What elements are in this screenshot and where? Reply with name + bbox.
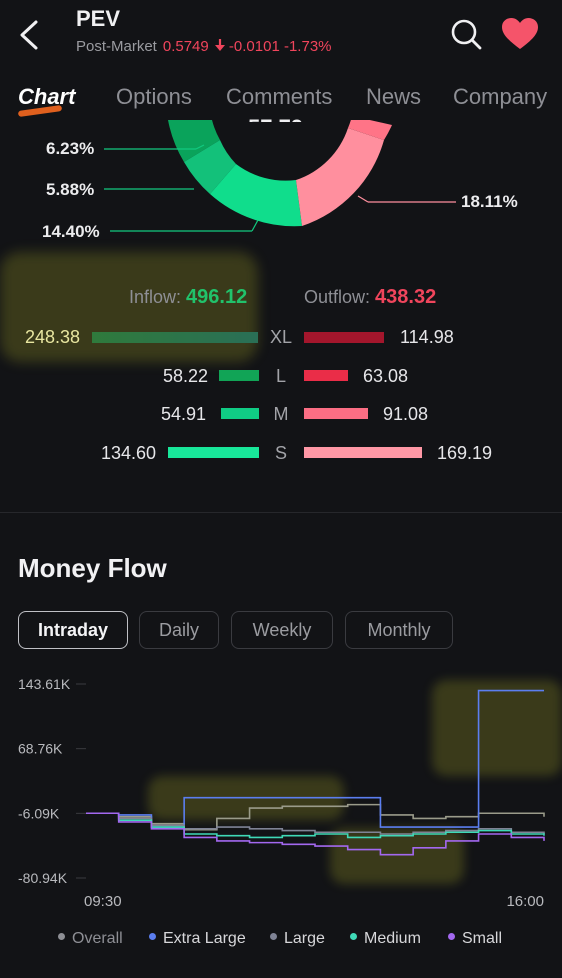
legend-dot-extra-large bbox=[149, 933, 156, 941]
l-inflow-bar bbox=[219, 370, 259, 381]
search-icon[interactable] bbox=[448, 16, 484, 52]
legend-dot-small bbox=[448, 933, 455, 941]
down-arrow-icon bbox=[214, 39, 225, 51]
legend-extra-large[interactable]: Extra Large bbox=[149, 930, 246, 948]
y-tick-label: 143.61K bbox=[18, 676, 71, 692]
y-tick-label: -6.09K bbox=[18, 805, 60, 821]
m-category: M bbox=[273, 404, 289, 424]
chart-legend: Overall Extra Large Large Medium Small bbox=[0, 930, 562, 954]
inflow-label: Inflow: bbox=[129, 287, 182, 307]
x-tick-label: 16:00 bbox=[506, 893, 544, 910]
session-label: Post-Market bbox=[76, 38, 157, 55]
legend-dot-large bbox=[270, 933, 277, 941]
s-inflow-bar bbox=[168, 447, 259, 458]
inflow-total: Inflow: 496.12 bbox=[129, 286, 247, 309]
legend-label-medium: Medium bbox=[364, 930, 421, 947]
stock-header: PEV Post-Market 0.5749 -0.0101 -1.73% bbox=[0, 0, 562, 72]
l-outflow-bar bbox=[304, 370, 348, 381]
legend-label-small: Small bbox=[462, 930, 503, 947]
l-outflow-value: 63.08 bbox=[363, 366, 409, 386]
legend-dot-overall bbox=[58, 933, 65, 941]
legend-dot-medium bbox=[350, 933, 357, 941]
s-inflow-value: 134.60 bbox=[100, 443, 156, 463]
legend-large[interactable]: Large bbox=[270, 930, 325, 948]
legend-label-overall: Overall bbox=[72, 930, 123, 947]
m-inflow-value: 54.91 bbox=[160, 404, 206, 424]
x-tick-label: 09:30 bbox=[84, 893, 122, 910]
xl-category: XL bbox=[269, 327, 293, 347]
period-weekly-button[interactable]: Weekly bbox=[231, 611, 333, 649]
ticker-symbol: PEV bbox=[76, 6, 121, 31]
l-category: L bbox=[275, 366, 286, 386]
post-market-price: 0.5749 bbox=[162, 38, 209, 55]
legend-label-extra-large: Extra Large bbox=[163, 930, 246, 947]
legend-medium[interactable]: Medium bbox=[350, 930, 421, 948]
post-market-quote: Post-Market 0.5749 -0.0101 -1.73% bbox=[76, 38, 332, 55]
outflow-total: Outflow: 438.32 bbox=[304, 286, 436, 309]
donut-label-s-out: 18.11% bbox=[461, 192, 518, 211]
xl-inflow-bar bbox=[92, 332, 258, 343]
xl-inflow-value: 248.38 bbox=[24, 327, 80, 347]
y-tick-label: -80.94K bbox=[18, 870, 68, 886]
s-outflow-value: 169.19 bbox=[437, 443, 493, 463]
tab-news[interactable]: News bbox=[366, 84, 421, 110]
money-flow-chart: 143.61K 68.76K -6.09K -80.94K 09:30 16:00 bbox=[18, 676, 562, 910]
money-flow-title: Money Flow bbox=[18, 553, 167, 583]
legend-overall[interactable]: Overall bbox=[58, 930, 123, 948]
donut-label-l-in: 5.88% bbox=[46, 180, 95, 199]
m-inflow-bar bbox=[221, 408, 259, 419]
favorite-heart-icon[interactable] bbox=[500, 16, 540, 52]
m-outflow-value: 91.08 bbox=[383, 404, 429, 424]
price-change: -0.0101 bbox=[228, 38, 280, 55]
period-intraday-button[interactable]: Intraday bbox=[18, 611, 128, 649]
xl-outflow-value: 114.98 bbox=[400, 327, 454, 347]
period-monthly-button[interactable]: Monthly bbox=[345, 611, 453, 649]
donut-label-xl-in: 6.23% bbox=[46, 139, 95, 158]
highlight-marks bbox=[148, 680, 562, 884]
s-category: S bbox=[274, 443, 287, 463]
legend-label-large: Large bbox=[284, 930, 325, 947]
outflow-value: 438.32 bbox=[375, 286, 437, 308]
outflow-label: Outflow: bbox=[304, 287, 371, 307]
s-outflow-bar bbox=[304, 447, 422, 458]
y-tick-label: 68.76K bbox=[18, 741, 63, 757]
price-change-pct: -1.73% bbox=[283, 38, 332, 55]
tab-options[interactable]: Options bbox=[116, 84, 192, 110]
inflow-value: 496.12 bbox=[186, 286, 248, 308]
legend-small[interactable]: Small bbox=[448, 930, 502, 948]
tab-company[interactable]: Company bbox=[453, 84, 547, 110]
xl-outflow-bar bbox=[304, 332, 384, 343]
l-inflow-value: 58.22 bbox=[162, 366, 208, 386]
donut-label-m-in: 14.40% bbox=[42, 222, 100, 241]
m-outflow-bar bbox=[304, 408, 368, 419]
back-arrow-icon[interactable] bbox=[16, 18, 44, 52]
donut-center-value: 57.79 bbox=[248, 104, 303, 122]
section-divider bbox=[0, 512, 562, 513]
period-daily-button[interactable]: Daily bbox=[139, 611, 219, 649]
